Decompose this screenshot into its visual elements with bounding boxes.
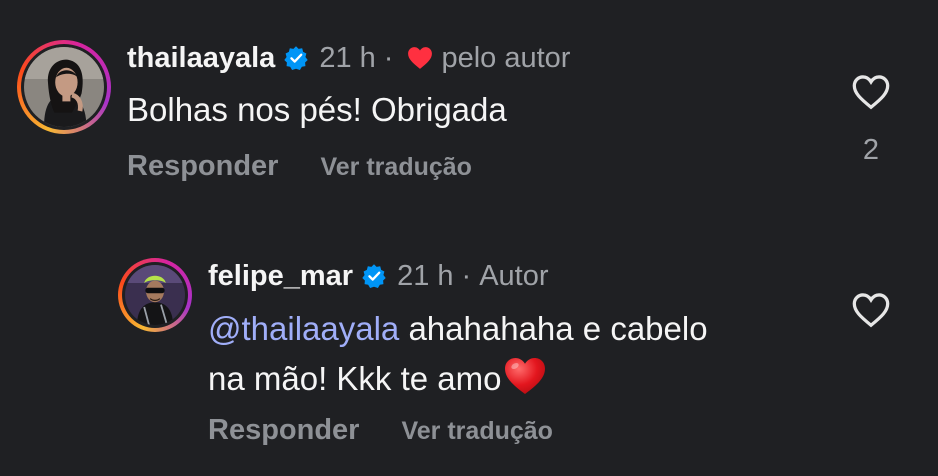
comment-text-part: na mão! Kkk te amo xyxy=(208,360,502,397)
translate-button[interactable]: Ver tradução xyxy=(401,417,552,446)
reply-button[interactable]: Responder xyxy=(127,150,278,183)
heart-outline-icon[interactable] xyxy=(851,74,891,110)
timestamp: 21 h xyxy=(397,260,454,292)
comment-header: felipe_mar 21 h · Autor xyxy=(208,258,549,294)
liked-by-author-label: pelo autor xyxy=(441,42,571,74)
avatar[interactable] xyxy=(118,258,192,332)
avatar[interactable] xyxy=(17,40,111,134)
timestamp: 21 h xyxy=(319,42,376,74)
author-label: Autor xyxy=(479,260,549,292)
comment-text-line-2: na mão! Kkk te amo xyxy=(208,354,708,404)
like-count: 2 xyxy=(862,134,880,166)
comment-text: Bolhas nos pés! Obrigada xyxy=(127,91,507,128)
mention-link[interactable]: @thailaayala xyxy=(208,310,399,347)
separator-dot: · xyxy=(461,260,472,292)
translate-button[interactable]: Ver tradução xyxy=(320,153,471,182)
heart-outline-icon[interactable] xyxy=(851,292,891,328)
verified-badge-icon xyxy=(361,263,387,289)
avatar-photo xyxy=(24,47,104,127)
comment-header: thailaayala 21 h · pelo autor xyxy=(127,40,570,76)
avatar-photo xyxy=(125,265,185,325)
heart-filled-icon xyxy=(407,46,433,70)
comment-text-line-1: @thailaayala ahahahaha e cabelo xyxy=(208,304,708,354)
verified-badge-icon xyxy=(283,45,309,71)
username[interactable]: felipe_mar xyxy=(208,258,353,294)
comment-text-part: ahahahaha e cabelo xyxy=(399,310,708,347)
red-heart-emoji xyxy=(503,356,547,396)
comment-text: @thailaayala ahahahaha e cabelo na mão! … xyxy=(208,304,708,404)
comment-actions: Responder Ver tradução xyxy=(208,414,553,447)
reply-button[interactable]: Responder xyxy=(208,414,359,447)
comment-actions: Responder Ver tradução xyxy=(127,150,472,183)
username[interactable]: thailaayala xyxy=(127,40,275,76)
separator-dot: · xyxy=(383,42,394,74)
